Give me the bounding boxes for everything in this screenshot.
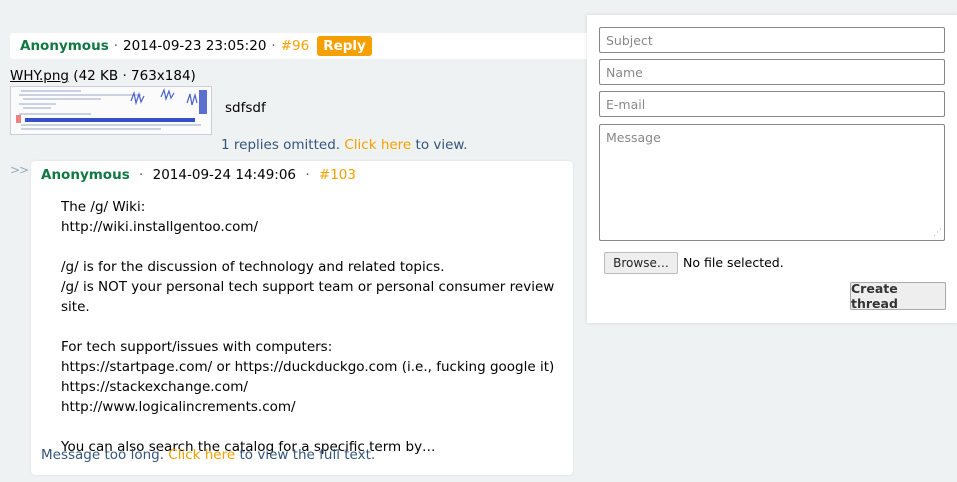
- too-long-text: Message too long.: [41, 447, 164, 463]
- op-file-info: WHY.png (42 KB · 763x184): [10, 68, 196, 84]
- omitted-notice: 1 replies omitted. Click here to view.: [221, 137, 468, 153]
- op-thumbnail-image[interactable]: [10, 86, 212, 135]
- reply-post: Anonymous · 2014-09-24 14:49:06 · #103 T…: [31, 161, 573, 475]
- op-file-link[interactable]: WHY.png: [10, 68, 69, 84]
- op-post-number[interactable]: #96: [281, 38, 310, 54]
- create-thread-button[interactable]: Create thread: [850, 281, 946, 311]
- reply-line: http://www.logicalincrements.com/: [61, 399, 296, 415]
- reply-blank-line: [61, 417, 573, 437]
- op-post-body: sdfsdf: [225, 100, 266, 116]
- reply-post-number[interactable]: #103: [319, 167, 356, 183]
- reply-blank-line: [61, 317, 573, 337]
- post-form: Subject Name E-mail Message ⋰ Browse… No…: [587, 15, 957, 323]
- message-placeholder: Message: [606, 130, 661, 145]
- email-input[interactable]: E-mail: [599, 91, 945, 117]
- too-long-suffix: to view the full text.: [239, 447, 376, 463]
- reply-line: For tech support/issues with computers:: [61, 339, 333, 355]
- subject-input[interactable]: Subject: [599, 27, 945, 53]
- message-textarea[interactable]: Message ⋰: [599, 124, 945, 241]
- reply-post-body: The /g/ Wiki: http://wiki.installgentoo.…: [61, 197, 573, 457]
- message-too-long-notice: Message too long. Click here to view the…: [41, 447, 375, 463]
- reply-separator: ·: [139, 167, 144, 183]
- thread: Anonymous · 2014-09-23 23:05:20 · #96 Re…: [0, 0, 587, 482]
- omitted-text: 1 replies omitted.: [221, 137, 341, 153]
- op-file-meta: (42 KB · 763x184): [73, 68, 196, 84]
- view-full-text-link[interactable]: Click here: [168, 447, 235, 463]
- op-post-date: 2014-09-23 23:05:20: [123, 38, 267, 54]
- reply-poster-name: Anonymous: [41, 167, 130, 183]
- reply-button[interactable]: Reply: [317, 36, 372, 56]
- reply-separator-2: ·: [305, 167, 310, 183]
- reply-line: https://stackexchange.com/: [61, 379, 248, 395]
- reply-post-header: Anonymous · 2014-09-24 14:49:06 · #103: [41, 167, 356, 183]
- reply-line: /g/ is NOT your personal tech support te…: [61, 279, 555, 315]
- no-file-label: No file selected.: [683, 255, 784, 270]
- browse-button[interactable]: Browse…: [604, 252, 678, 274]
- op-separator-2: ·: [271, 38, 276, 54]
- resize-grip-icon[interactable]: ⋰: [933, 228, 942, 238]
- reply-line: The /g/ Wiki:: [61, 199, 146, 215]
- reply-line: https://startpage.com/ or https://duckdu…: [61, 359, 555, 375]
- reply-line: http://wiki.installgentoo.com/: [61, 219, 259, 235]
- omitted-suffix: to view.: [415, 137, 468, 153]
- op-poster-name: Anonymous: [20, 38, 109, 54]
- reply-line: /g/ is for the discussion of technology …: [61, 259, 445, 275]
- reply-post-date: 2014-09-24 14:49:06: [152, 167, 297, 183]
- reply-blank-line: [61, 237, 573, 257]
- op-separator: ·: [113, 38, 119, 54]
- omitted-expand-link[interactable]: Click here: [344, 137, 411, 153]
- reply-arrows: >>: [10, 163, 29, 177]
- name-input[interactable]: Name: [599, 59, 945, 85]
- op-post-header: Anonymous · 2014-09-23 23:05:20 · #96 Re…: [10, 33, 587, 59]
